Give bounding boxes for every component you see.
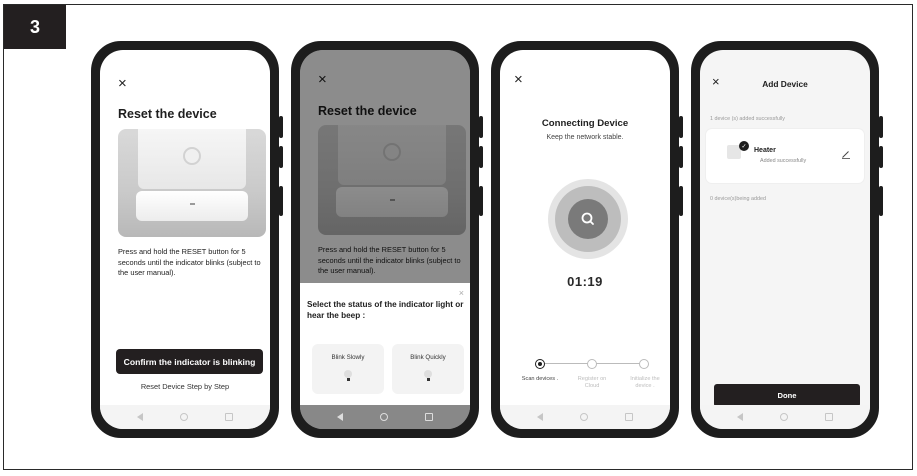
bulb-icon bbox=[344, 370, 352, 378]
page-subtitle: Keep the network stable. bbox=[546, 134, 624, 141]
screen-indicator-status: × Reset the device Press and hold the RE… bbox=[300, 50, 470, 429]
recent-apps-icon[interactable] bbox=[625, 413, 633, 421]
home-icon[interactable] bbox=[380, 413, 388, 421]
pencil-icon[interactable] bbox=[841, 149, 851, 161]
phone-side-button bbox=[279, 116, 283, 138]
phone-connecting-device: × Connecting Device Keep the network sta… bbox=[491, 41, 683, 438]
bulb-icon bbox=[424, 370, 432, 378]
indicator-status-sheet: × Select the status of the indicator lig… bbox=[300, 283, 470, 405]
option-blink-quickly[interactable]: Blink Quickly bbox=[392, 344, 464, 394]
indicator-led bbox=[190, 203, 195, 205]
back-icon[interactable] bbox=[337, 413, 343, 421]
reset-instructions: Press and hold the RESET button for 5 se… bbox=[118, 247, 261, 277]
back-icon[interactable] bbox=[537, 413, 543, 421]
close-icon[interactable]: × bbox=[514, 72, 523, 87]
search-circle bbox=[568, 199, 608, 239]
device-name: Heater bbox=[754, 147, 776, 154]
back-icon[interactable] bbox=[137, 413, 143, 421]
android-nav-bar bbox=[500, 405, 670, 429]
phone-side-button bbox=[679, 116, 683, 138]
sheet-close-icon[interactable]: × bbox=[459, 288, 464, 298]
step-dot-register bbox=[587, 359, 597, 369]
back-icon[interactable] bbox=[737, 413, 743, 421]
step-dot-scan bbox=[535, 359, 545, 369]
sheet-title: Select the status of the indicator light… bbox=[307, 300, 464, 320]
recent-apps-icon[interactable] bbox=[425, 413, 433, 421]
phone-side-button bbox=[279, 146, 283, 168]
phone-side-button bbox=[879, 186, 883, 216]
home-icon[interactable] bbox=[780, 413, 788, 421]
progress-ring bbox=[548, 179, 628, 259]
check-icon: ✓ bbox=[739, 141, 749, 151]
option-label: Blink Slowly bbox=[331, 354, 365, 361]
android-nav-bar bbox=[100, 405, 270, 429]
added-summary: 1 device (s) added successfully bbox=[710, 116, 785, 122]
phone-side-button bbox=[879, 146, 883, 168]
close-icon[interactable]: × bbox=[118, 76, 127, 91]
step-label-scan: Scan devices . bbox=[521, 376, 559, 382]
option-blink-slowly[interactable]: Blink Slowly bbox=[312, 344, 384, 394]
phone-side-button bbox=[679, 146, 683, 168]
screen-connecting-device: × Connecting Device Keep the network sta… bbox=[500, 50, 670, 429]
reset-step-by-step-link[interactable]: Reset Device Step by Step bbox=[100, 382, 270, 391]
phone-indicator-status: × Reset the device Press and hold the RE… bbox=[291, 41, 483, 438]
device-card-heater[interactable]: ✓ Heater Added successfully bbox=[706, 129, 864, 183]
page-title: Reset the device bbox=[118, 107, 217, 121]
recent-apps-icon[interactable] bbox=[825, 413, 833, 421]
confirm-blinking-button[interactable]: Confirm the indicator is blinking bbox=[116, 349, 263, 374]
phone-side-button bbox=[479, 186, 483, 216]
screen-add-device: × Add Device 1 device (s) added successf… bbox=[700, 50, 870, 429]
bulb-base bbox=[346, 378, 350, 381]
magnifier-icon bbox=[581, 212, 594, 225]
phone-side-button bbox=[279, 186, 283, 216]
page-title: Connecting Device bbox=[541, 118, 629, 129]
android-nav-bar bbox=[300, 405, 470, 429]
progress-ring-mid bbox=[555, 186, 621, 252]
being-added-count: 0 device(s)being added bbox=[710, 196, 767, 202]
heater-base bbox=[136, 191, 248, 221]
done-button[interactable]: Done bbox=[714, 384, 860, 407]
step-badge: 3 bbox=[4, 5, 66, 49]
phone-side-button bbox=[479, 146, 483, 168]
bulb-base bbox=[426, 378, 430, 381]
device-status: Added successfully bbox=[760, 158, 807, 164]
phone-add-device: × Add Device 1 device (s) added successf… bbox=[691, 41, 883, 438]
step-label-initialize: Initialize the device . bbox=[630, 376, 660, 389]
screen-reset-device: × Reset the device Press and hold the RE… bbox=[100, 50, 270, 429]
phone-reset-device: × Reset the device Press and hold the RE… bbox=[91, 41, 283, 438]
home-icon[interactable] bbox=[180, 413, 188, 421]
reset-button-graphic bbox=[183, 147, 201, 165]
phone-side-button bbox=[679, 186, 683, 216]
page-title: Add Device bbox=[762, 79, 808, 89]
phone-side-button bbox=[879, 116, 883, 138]
android-nav-bar bbox=[700, 405, 870, 429]
countdown-timer: 01:19 bbox=[567, 274, 603, 289]
option-label: Blink Quickly bbox=[410, 354, 446, 361]
home-icon[interactable] bbox=[580, 413, 588, 421]
device-photo bbox=[118, 129, 266, 237]
step-label-register: Register on Cloud bbox=[577, 376, 607, 389]
step-dot-initialize bbox=[639, 359, 649, 369]
recent-apps-icon[interactable] bbox=[225, 413, 233, 421]
phone-side-button bbox=[479, 116, 483, 138]
